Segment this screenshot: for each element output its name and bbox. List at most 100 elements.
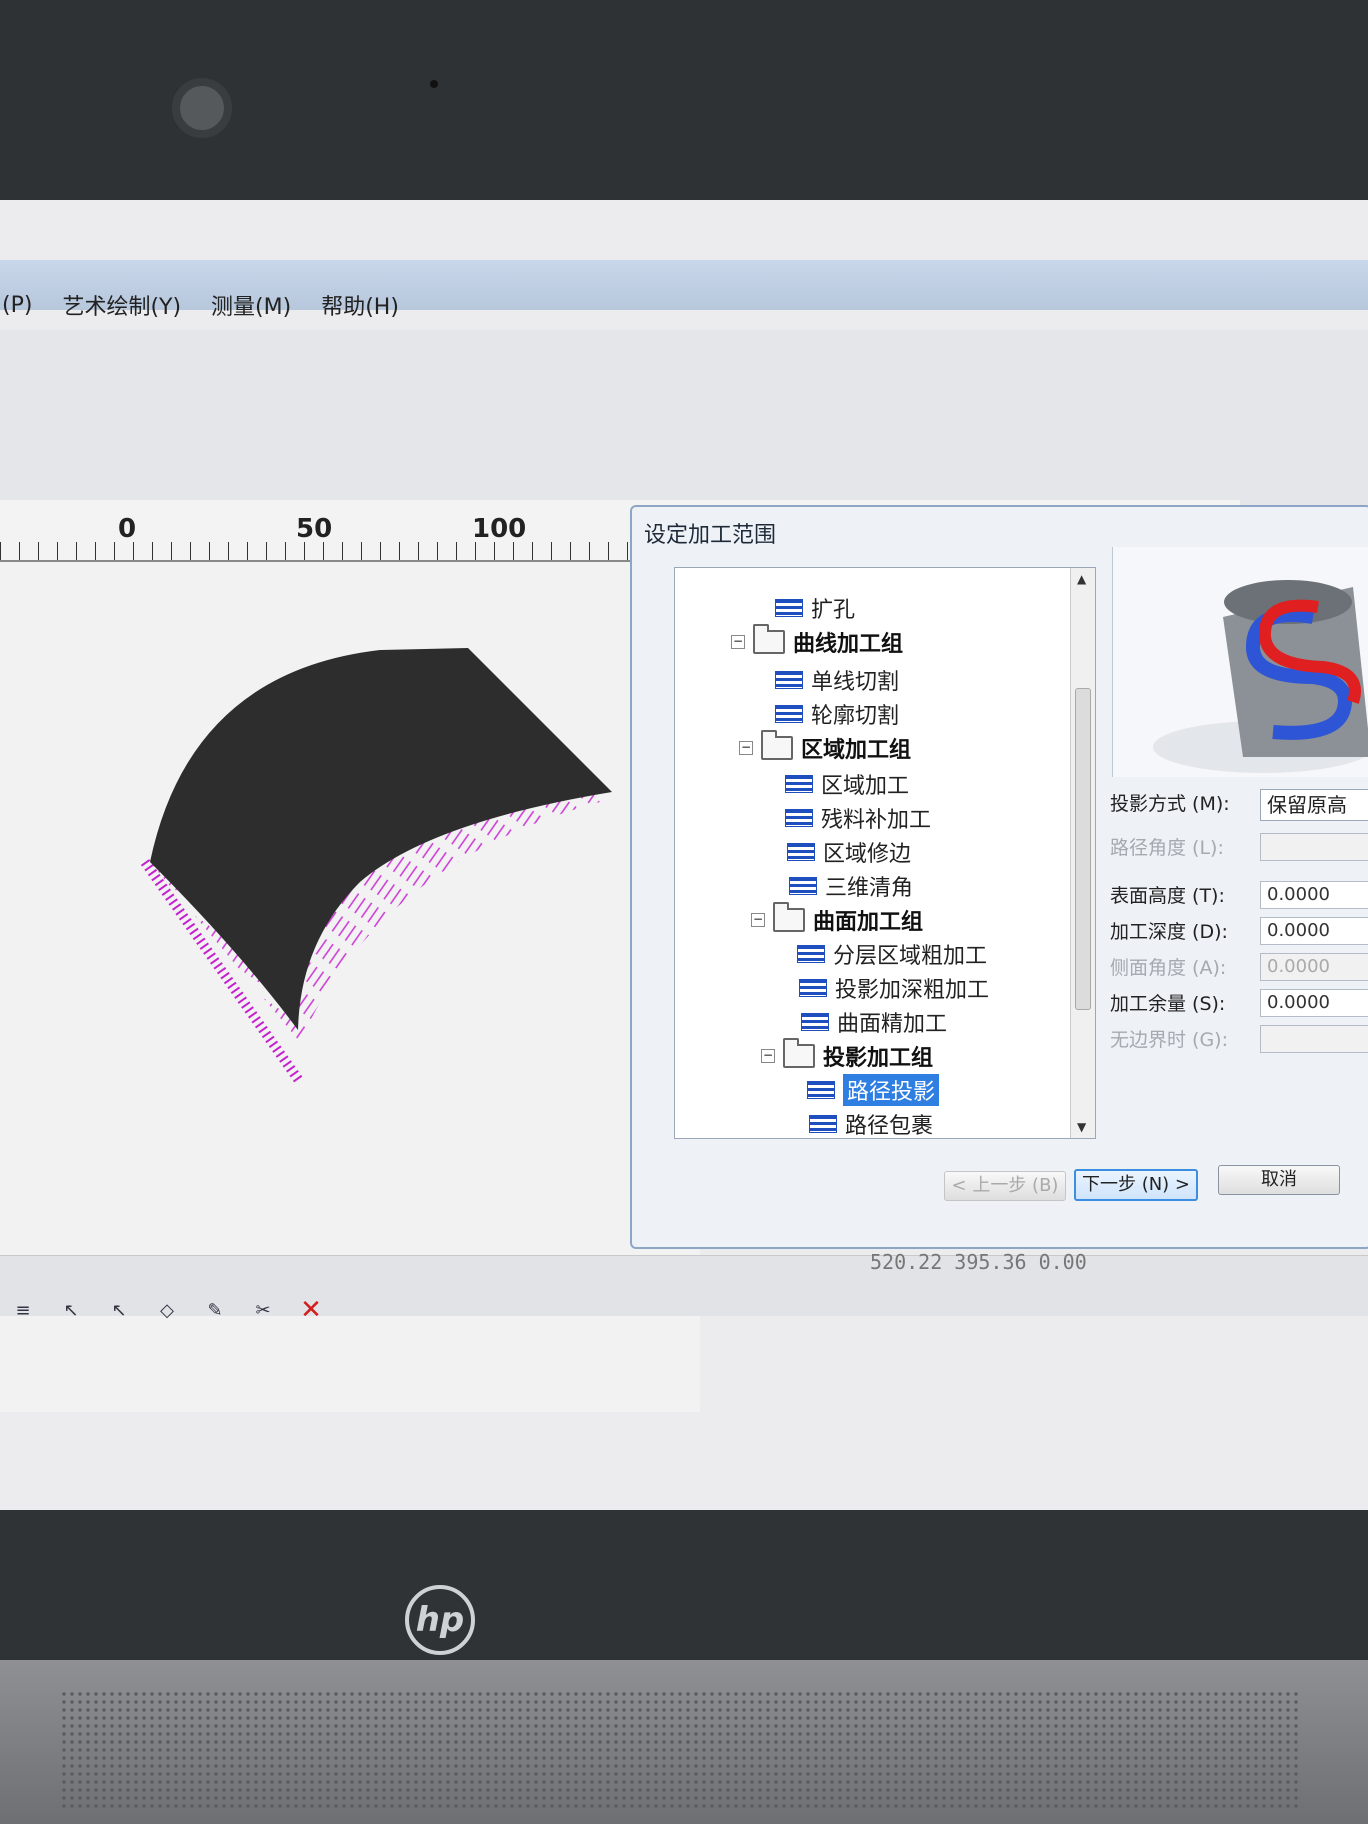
plane-icon[interactable]: ◇ — [154, 1297, 180, 1323]
operation-icon — [775, 705, 803, 723]
machining-depth-input[interactable]: 0.0000 — [1260, 916, 1368, 945]
set-machining-range-dialog: 设定加工范围 ▲ ▼ 扩孔 − 曲线加工组 单线切割 轮廓切割 − 区域加工组 … — [630, 505, 1368, 1249]
speaker-grille — [60, 1690, 1300, 1810]
tree-item-rest-machining[interactable]: 残料补加工 — [785, 802, 931, 834]
projection-mode-select[interactable]: 保留原高 — [1260, 789, 1368, 821]
menu-item-art-draw[interactable]: 艺术绘制(Y) — [62, 289, 181, 321]
tree-group-projection[interactable]: − 投影加工组 — [761, 1038, 934, 1072]
prev-step-button[interactable]: < 上一步 (B) — [944, 1171, 1066, 1201]
tree-item-contour-cut[interactable]: 轮廓切割 — [775, 698, 899, 730]
tree-item-label: 三维清角 — [825, 876, 914, 901]
tree-scrollbar[interactable]: ▲ ▼ — [1070, 568, 1095, 1138]
toolbar-area — [0, 330, 1368, 515]
folder-icon — [761, 730, 793, 760]
tree-item-projection-deep-roughing[interactable]: 投影加深粗加工 — [799, 972, 989, 1004]
collapse-icon[interactable]: − — [751, 913, 765, 927]
scroll-thumb[interactable] — [1075, 688, 1091, 1010]
operation-icon — [785, 775, 813, 793]
cylinder-projection-icon — [1153, 580, 1368, 773]
operation-icon — [799, 979, 827, 997]
tree-group-label: 投影加工组 — [823, 1046, 934, 1071]
tree-item-3d-corner-clean[interactable]: 三维清角 — [789, 870, 913, 902]
side-angle-input[interactable]: 0.0000 — [1260, 952, 1368, 981]
operation-icon — [809, 1115, 837, 1133]
tree-item-label: 扩孔 — [811, 598, 856, 623]
tree-item-label: 路径包裹 — [845, 1114, 934, 1139]
tree-item-label: 区域加工 — [821, 774, 910, 799]
trim-icon[interactable]: ✂ — [250, 1297, 276, 1323]
layers-icon[interactable]: ≡ — [10, 1297, 36, 1323]
cursor-coordinates: 520.22 395.36 0.00 — [870, 1250, 1087, 1274]
projection-mode-label: 投影方式 (M): — [1110, 793, 1230, 815]
operation-icon — [789, 877, 817, 895]
ruler-label-0: 0 — [118, 514, 137, 544]
operation-tree: ▲ ▼ 扩孔 − 曲线加工组 单线切割 轮廓切割 − 区域加工组 区域加工 残料… — [674, 567, 1096, 1139]
machining-depth-label: 加工深度 (D): — [1110, 921, 1228, 943]
tree-item-label: 区域修边 — [823, 842, 912, 867]
machining-allowance-field: 加工余量 (S): 0.0000 — [1110, 988, 1368, 1017]
folder-icon — [753, 624, 785, 654]
tree-item-area-machining[interactable]: 区域加工 — [785, 768, 909, 800]
machining-depth-field: 加工深度 (D): 0.0000 — [1110, 916, 1368, 945]
tree-item-path-wrap[interactable]: 路径包裹 — [809, 1108, 934, 1139]
tree-item-path-projection[interactable]: 路径投影 — [807, 1074, 940, 1106]
side-angle-label: 侧面角度 (A): — [1110, 957, 1227, 979]
menu-item-help[interactable]: 帮助(H) — [321, 289, 399, 321]
operation-icon — [807, 1081, 835, 1099]
tree-item-area-trim[interactable]: 区域修边 — [787, 836, 911, 868]
edit-icon[interactable]: ✎ — [202, 1297, 228, 1323]
bottom-toolbar: ≡ ↖ ↖ ◇ ✎ ✂ ✕ — [0, 1290, 410, 1330]
side-angle-field: 侧面角度 (A): 0.0000 — [1110, 952, 1368, 981]
operation-icon — [787, 843, 815, 861]
operation-icon — [775, 599, 803, 617]
tree-item-label: 残料补加工 — [821, 808, 932, 833]
folder-icon — [783, 1038, 815, 1068]
next-step-button[interactable]: 下一步 (N) > — [1074, 1169, 1198, 1201]
tree-group-label: 曲线加工组 — [793, 632, 904, 657]
no-boundary-select[interactable] — [1260, 1024, 1368, 1053]
webcam — [172, 78, 232, 138]
tree-item-surface-finishing[interactable]: 曲面精加工 — [801, 1006, 947, 1038]
tree-group-curve[interactable]: − 曲线加工组 — [731, 624, 904, 658]
surface-height-field: 表面高度 (T): 0.0000 — [1110, 880, 1368, 909]
path-angle-input[interactable] — [1260, 832, 1368, 861]
surface-height-label: 表面高度 (T): — [1110, 885, 1225, 907]
tree-group-label: 曲面加工组 — [813, 910, 924, 935]
surface-height-input[interactable]: 0.0000 — [1260, 880, 1368, 909]
menu-item-measure[interactable]: 测量(M) — [211, 289, 291, 321]
folder-icon — [773, 902, 805, 932]
no-boundary-field: 无边界时 (G): — [1110, 1024, 1368, 1053]
tree-item-label: 投影加深粗加工 — [835, 978, 990, 1003]
dialog-title: 设定加工范围 — [644, 523, 777, 548]
tree-item-label: 分层区域粗加工 — [833, 944, 988, 969]
screen: (P) 艺术绘制(Y) 测量(M) 帮助(H) 0 50 100 150 200… — [0, 200, 1368, 1510]
deselect-icon[interactable]: ↖ — [106, 1297, 132, 1323]
delete-icon[interactable]: ✕ — [298, 1295, 324, 1325]
tree-item-ream[interactable]: 扩孔 — [775, 592, 855, 624]
collapse-icon[interactable]: − — [731, 635, 745, 649]
tree-group-surface[interactable]: − 曲面加工组 — [751, 902, 924, 936]
projection-mode-field: 投影方式 (M): 保留原高 — [1110, 789, 1368, 821]
machining-allowance-input[interactable]: 0.0000 — [1260, 988, 1368, 1017]
webcam-indicator — [430, 80, 438, 88]
collapse-icon[interactable]: − — [761, 1049, 775, 1063]
tree-item-layered-roughing[interactable]: 分层区域粗加工 — [797, 938, 987, 970]
scroll-down-icon[interactable]: ▼ — [1077, 1120, 1086, 1134]
menu-item-p[interactable]: (P) — [2, 293, 32, 318]
hp-logo: hp — [405, 1585, 475, 1655]
ruler-label-100: 100 — [472, 514, 527, 544]
menu-bar: (P) 艺术绘制(Y) 测量(M) 帮助(H) — [0, 280, 1368, 330]
operation-icon — [797, 945, 825, 963]
ruler-label-50: 50 — [296, 514, 333, 544]
operation-icon — [785, 809, 813, 827]
tree-item-label-selected: 路径投影 — [843, 1074, 940, 1106]
operation-icon — [775, 671, 803, 689]
tree-item-single-line-cut[interactable]: 单线切割 — [775, 664, 899, 696]
collapse-icon[interactable]: − — [739, 741, 753, 755]
path-angle-field: 路径角度 (L): — [1110, 832, 1368, 861]
cancel-button[interactable]: 取消 — [1218, 1165, 1340, 1195]
scroll-up-icon[interactable]: ▲ — [1077, 572, 1086, 586]
tree-item-label: 轮廓切割 — [811, 704, 900, 729]
tree-group-area[interactable]: − 区域加工组 — [739, 730, 911, 764]
pick-icon[interactable]: ↖ — [58, 1297, 84, 1323]
